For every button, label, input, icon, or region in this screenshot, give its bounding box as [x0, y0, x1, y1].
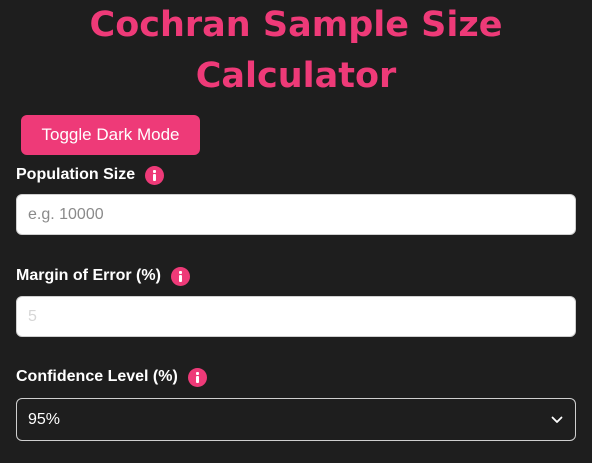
toggle-dark-mode-button[interactable]: Toggle Dark Mode — [21, 115, 200, 155]
confidence-level-label: Confidence Level (%) — [16, 368, 178, 385]
margin-of-error-input[interactable] — [16, 296, 576, 337]
page-title: Cochran Sample Size Calculator — [0, 0, 592, 102]
margin-of-error-label: Margin of Error (%) — [16, 267, 161, 284]
info-icon[interactable] — [145, 165, 165, 185]
confidence-level-label-row: Confidence Level (%) — [16, 366, 207, 388]
page-title-line-2: Calculator — [195, 56, 397, 96]
margin-of-error-label-row: Margin of Error (%) — [16, 265, 190, 287]
population-size-label-row: Population Size — [16, 164, 165, 186]
chevron-down-icon — [551, 416, 563, 423]
population-size-label: Population Size — [16, 166, 136, 183]
confidence-level-selected-value: 95% — [28, 410, 61, 428]
info-icon[interactable] — [187, 367, 207, 387]
info-icon[interactable] — [170, 266, 190, 286]
population-size-input[interactable] — [16, 194, 576, 235]
page-title-line-1: Cochran Sample Size — [89, 5, 503, 45]
confidence-level-select[interactable]: 95% — [16, 398, 576, 441]
